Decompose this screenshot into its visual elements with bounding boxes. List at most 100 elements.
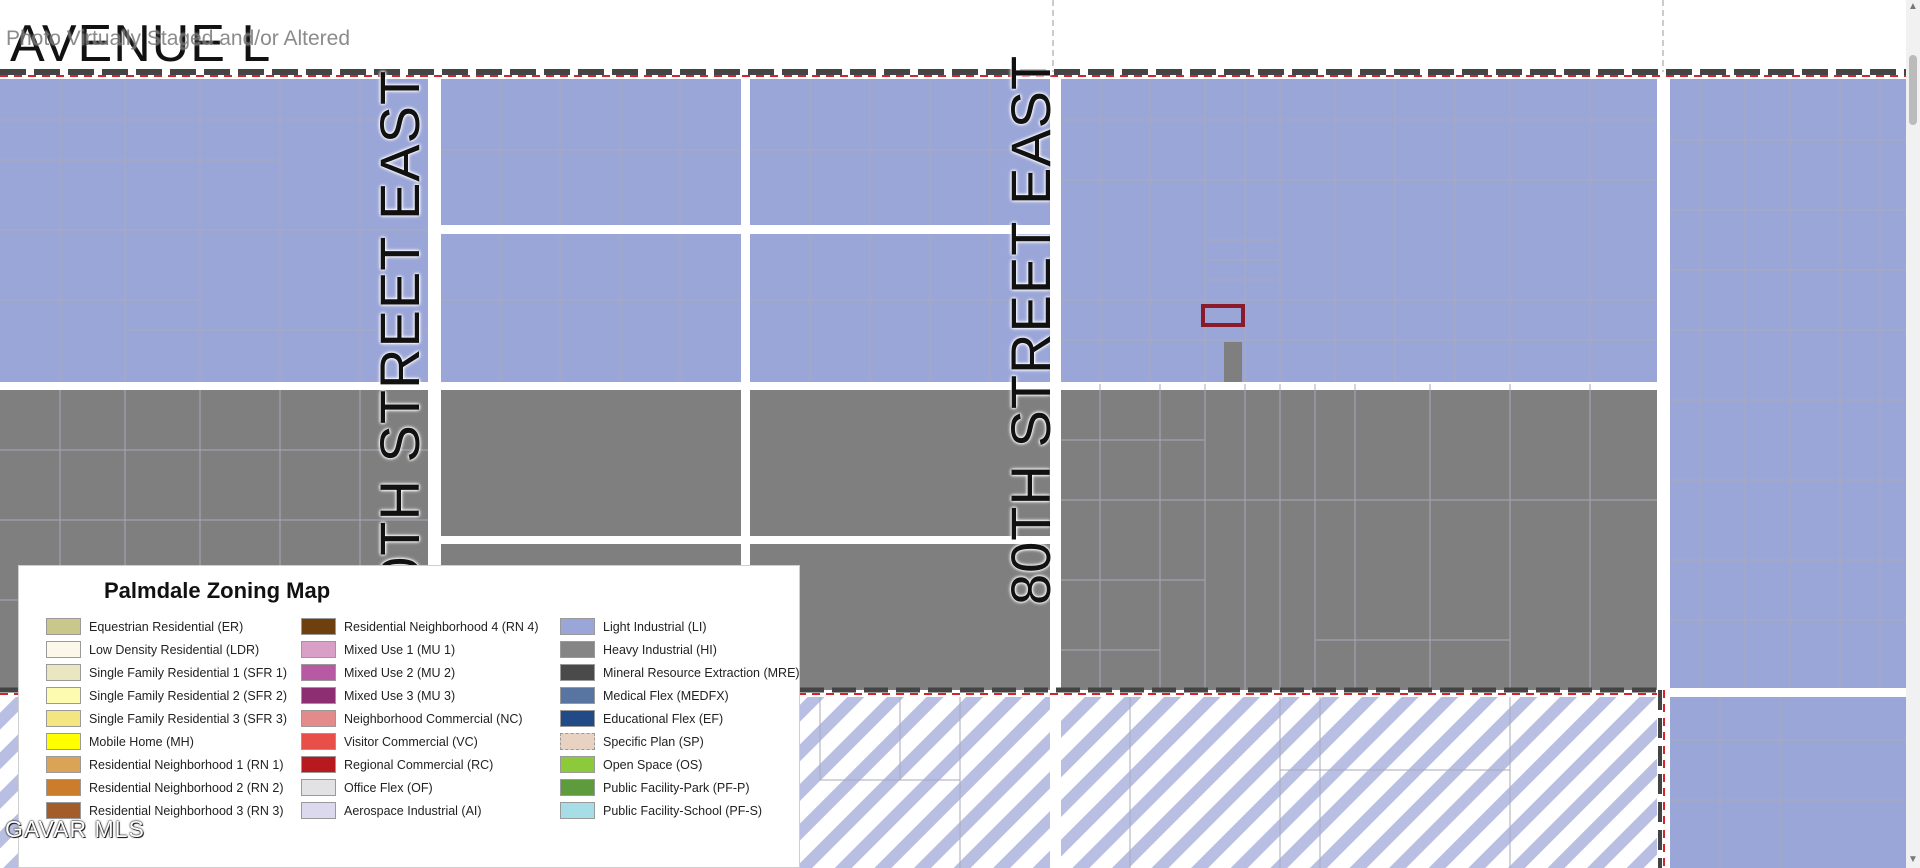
legend-label: Public Facility-School (PF-S) bbox=[603, 803, 763, 818]
road bbox=[0, 382, 1657, 390]
legend-swatch bbox=[46, 664, 81, 682]
legend-swatch bbox=[46, 756, 81, 774]
legend-label: Educational Flex (EF) bbox=[603, 711, 724, 726]
legend-item: Neighborhood Commercial (NC) bbox=[301, 710, 539, 733]
scroll-up-icon[interactable]: ▲ bbox=[1908, 2, 1918, 12]
road bbox=[441, 536, 1050, 544]
road bbox=[441, 225, 1050, 234]
legend-item: Low Density Residential (LDR) bbox=[46, 641, 287, 664]
legend-swatch bbox=[46, 618, 81, 636]
legend-item: Specific Plan (SP) bbox=[560, 733, 800, 756]
legend-item: Aerospace Industrial (AI) bbox=[301, 802, 539, 825]
legend-label: Neighborhood Commercial (NC) bbox=[344, 711, 523, 726]
heavy-industrial-block bbox=[441, 390, 741, 536]
scroll-thumb[interactable] bbox=[1909, 55, 1917, 125]
legend-swatch bbox=[560, 733, 595, 751]
legend-item: Public Facility-School (PF-S) bbox=[560, 802, 800, 825]
legend-swatch bbox=[46, 641, 81, 659]
legend-swatch bbox=[301, 779, 336, 797]
legend-swatch bbox=[301, 756, 336, 774]
light-industrial-block bbox=[1670, 697, 1906, 868]
legend-swatch bbox=[560, 618, 595, 636]
legend-label: Mobile Home (MH) bbox=[89, 734, 194, 749]
legend-item: Residential Neighborhood 4 (RN 4) bbox=[301, 618, 539, 641]
legend-item: Public Facility-Park (PF-P) bbox=[560, 779, 800, 802]
legend-swatch bbox=[560, 802, 595, 820]
photo-disclaimer: Photo Virtually Staged and/or Altered bbox=[6, 27, 351, 50]
legend-label: Open Space (OS) bbox=[603, 757, 703, 772]
scroll-down-icon[interactable]: ▼ bbox=[1908, 855, 1918, 865]
legend-label: Equestrian Residential (ER) bbox=[89, 619, 244, 634]
legend-item: Equestrian Residential (ER) bbox=[46, 618, 287, 641]
legend-label: Residential Neighborhood 2 (RN 2) bbox=[89, 780, 284, 795]
legend-item: Residential Neighborhood 2 (RN 2) bbox=[46, 779, 287, 802]
legend-column-3: Light Industrial (LI) Heavy Industrial (H… bbox=[560, 618, 800, 825]
legend-label: Single Family Residential 2 (SFR 2) bbox=[89, 688, 287, 703]
legend-label: Office Flex (OF) bbox=[344, 780, 433, 795]
legend-item: Single Family Residential 3 (SFR 3) bbox=[46, 710, 287, 733]
legend-item: Regional Commercial (RC) bbox=[301, 756, 539, 779]
legend-swatch bbox=[560, 641, 595, 659]
legend-swatch bbox=[46, 687, 81, 705]
legend-label: Light Industrial (LI) bbox=[603, 619, 707, 634]
legend-swatch bbox=[46, 779, 81, 797]
legend-swatch bbox=[560, 779, 595, 797]
legend-item: Single Family Residential 1 (SFR 1) bbox=[46, 664, 287, 687]
light-industrial-block bbox=[441, 234, 741, 382]
legend-swatch bbox=[301, 664, 336, 682]
legend-item: Mixed Use 1 (MU 1) bbox=[301, 641, 539, 664]
legend-swatch bbox=[301, 687, 336, 705]
zoning-map[interactable]: AVENUE L Photo Virtually Staged and/or A… bbox=[0, 0, 1920, 868]
light-industrial-block bbox=[441, 79, 741, 225]
street-label-left: 80TH STREET EAST bbox=[368, 69, 431, 620]
legend-swatch bbox=[301, 802, 336, 820]
legend-label: Aerospace Industrial (AI) bbox=[344, 803, 482, 818]
legend-title: Palmdale Zoning Map bbox=[104, 578, 331, 603]
legend-column-1: Equestrian Residential (ER) Low Density R… bbox=[46, 618, 287, 825]
heavy-industrial-strip bbox=[1224, 342, 1242, 384]
legend-label: Low Density Residential (LDR) bbox=[89, 642, 260, 657]
legend-label: Residential Neighborhood 4 (RN 4) bbox=[344, 619, 539, 634]
legend-swatch bbox=[301, 710, 336, 728]
vertical-scrollbar[interactable]: ▲ ▼ bbox=[1906, 0, 1920, 868]
legend-label: Mixed Use 1 (MU 1) bbox=[344, 642, 456, 657]
legend-label: Regional Commercial (RC) bbox=[344, 757, 494, 772]
legend-item: Open Space (OS) bbox=[560, 756, 800, 779]
legend-column-2: Residential Neighborhood 4 (RN 4) Mixed U… bbox=[301, 618, 539, 825]
legend-item: Single Family Residential 2 (SFR 2) bbox=[46, 687, 287, 710]
legend-item: Mixed Use 3 (MU 3) bbox=[301, 687, 539, 710]
legend-item: Mineral Resource Extraction (MRE) bbox=[560, 664, 800, 687]
mls-watermark: GAVAR MLS bbox=[5, 816, 145, 842]
legend-swatch bbox=[560, 664, 595, 682]
legend-label: Specific Plan (SP) bbox=[603, 734, 704, 749]
legend-swatch bbox=[46, 710, 81, 728]
light-industrial-block bbox=[1670, 79, 1906, 688]
legend-swatch bbox=[560, 687, 595, 705]
legend-swatch bbox=[301, 733, 336, 751]
legend-swatch bbox=[560, 756, 595, 774]
legend-swatch bbox=[301, 618, 336, 636]
legend-label: Mixed Use 3 (MU 3) bbox=[344, 688, 456, 703]
legend-swatch bbox=[46, 733, 81, 751]
legend-item: Residential Neighborhood 1 (RN 1) bbox=[46, 756, 287, 779]
legend-item: Medical Flex (MEDFX) bbox=[560, 687, 800, 710]
legend-label: Heavy Industrial (HI) bbox=[603, 642, 717, 657]
legend-item: Mobile Home (MH) bbox=[46, 733, 287, 756]
legend-label: Single Family Residential 3 (SFR 3) bbox=[89, 711, 287, 726]
legend-swatch bbox=[301, 641, 336, 659]
legend-item: Mixed Use 2 (MU 2) bbox=[301, 664, 539, 687]
legend-swatch bbox=[560, 710, 595, 728]
legend-item: Light Industrial (LI) bbox=[560, 618, 800, 641]
heavy-industrial-block bbox=[1061, 384, 1657, 690]
legend-label: Medical Flex (MEDFX) bbox=[603, 688, 729, 703]
road bbox=[1657, 688, 1906, 697]
legend-label: Mixed Use 2 (MU 2) bbox=[344, 665, 456, 680]
legend-label: Residential Neighborhood 1 (RN 1) bbox=[89, 757, 284, 772]
street-label-right: 80TH STREET EAST bbox=[999, 54, 1062, 605]
legend-item: Heavy Industrial (HI) bbox=[560, 641, 800, 664]
legend-item: Visitor Commercial (VC) bbox=[301, 733, 539, 756]
legend-item: Office Flex (OF) bbox=[301, 779, 539, 802]
legend-label: Single Family Residential 1 (SFR 1) bbox=[89, 665, 287, 680]
legend-label: Mineral Resource Extraction (MRE) bbox=[603, 665, 800, 680]
legend-item: Educational Flex (EF) bbox=[560, 710, 800, 733]
